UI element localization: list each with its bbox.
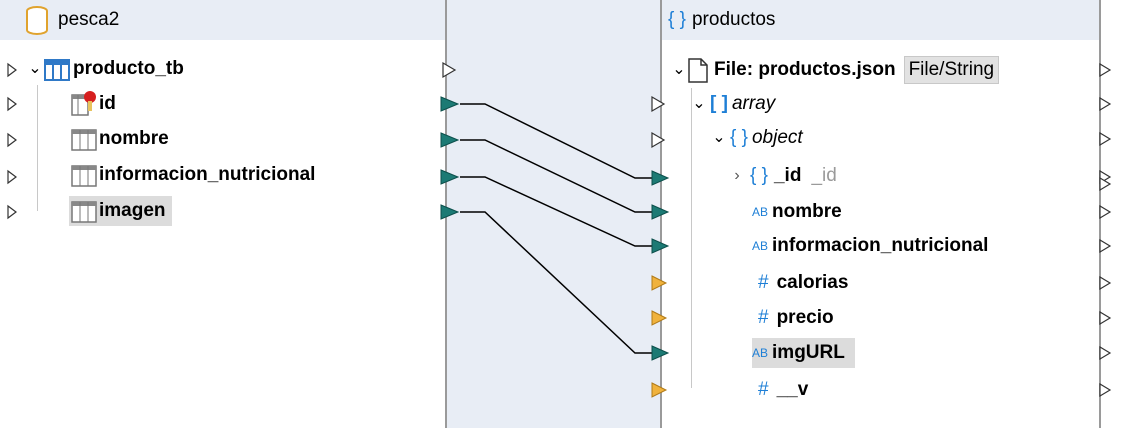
input-port — [7, 96, 17, 112]
input-port-unmapped — [651, 382, 668, 398]
connector-imagen-to-imgurl — [460, 211, 660, 354]
input-port — [7, 62, 17, 78]
output-port-connected — [440, 132, 460, 148]
input-port — [651, 131, 666, 149]
output-port — [1099, 345, 1112, 361]
output-port — [442, 61, 457, 79]
output-port — [1099, 204, 1112, 220]
input-port — [651, 95, 666, 113]
output-port — [1099, 382, 1112, 398]
input-port — [7, 132, 17, 148]
output-port — [1099, 275, 1112, 291]
input-port-connected — [651, 204, 670, 220]
connector-info-to-info — [460, 176, 660, 247]
output-port-connected — [440, 169, 460, 185]
output-port — [1099, 131, 1112, 147]
output-port — [1099, 96, 1112, 112]
input-port-connected — [651, 170, 670, 186]
output-port — [1099, 238, 1112, 254]
mapping-overlay — [7, 61, 1112, 398]
input-port-unmapped — [651, 310, 668, 326]
input-port-connected — [651, 238, 670, 254]
output-port — [1099, 62, 1112, 78]
input-port — [7, 169, 17, 185]
input-port — [7, 204, 17, 220]
output-port-connected — [440, 204, 460, 220]
input-port-unmapped — [651, 275, 668, 291]
output-port-connected — [440, 96, 460, 112]
output-port — [1099, 310, 1112, 326]
input-port-connected — [651, 345, 670, 361]
connector-id-to-id — [460, 103, 660, 179]
